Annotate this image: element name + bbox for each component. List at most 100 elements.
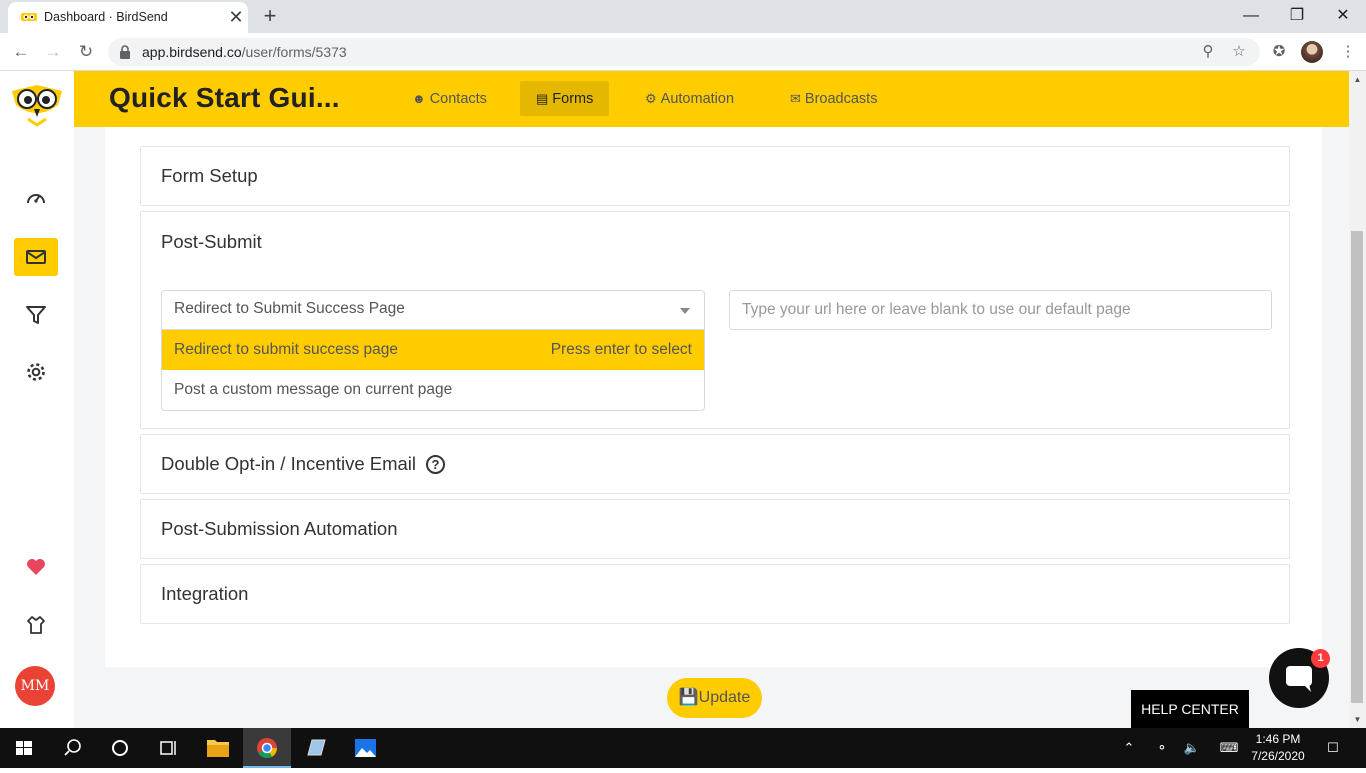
option-label: Post a custom message on current page (174, 381, 453, 398)
section-post-submit: Post-Submit Redirect to Submit Success P… (140, 211, 1290, 429)
birdsend-owl-logo[interactable] (10, 81, 64, 127)
scroll-up-icon[interactable]: ▲ (1349, 71, 1366, 88)
clock-date: 7/26/2020 (1251, 749, 1305, 763)
update-button[interactable]: 💾Update (667, 678, 762, 718)
windows-taskbar: ⌃ ⚬ 🔈 ⌨ 1:46 PM 7/26/2020 ☐ (0, 728, 1366, 768)
photos-icon (355, 739, 376, 757)
search-icon (64, 739, 81, 756)
nav-automation[interactable]: ⚙ Automation (629, 81, 750, 116)
birdsend-favicon-icon (21, 13, 37, 21)
update-label: Update (698, 689, 751, 706)
new-tab-button[interactable]: + (256, 4, 284, 30)
heart-icon (27, 559, 45, 575)
nav-broadcasts[interactable]: ✉ Broadcasts (774, 81, 893, 116)
extensions-puzzle-icon[interactable]: ✪ (1269, 42, 1289, 62)
users-icon: ☻ (412, 91, 426, 106)
post-submit-action-select[interactable]: Redirect to Submit Success Page (161, 290, 705, 330)
section-form-setup[interactable]: Form Setup (140, 146, 1290, 206)
filter-icon (26, 306, 46, 324)
dashboard-gauge-icon (27, 194, 45, 204)
section-title[interactable]: Post-Submit (161, 231, 262, 253)
sidebar-item-settings[interactable] (14, 353, 58, 391)
option-redirect[interactable]: Redirect to submit success page Press en… (162, 330, 704, 370)
close-window-button[interactable]: ✕ (1320, 2, 1366, 30)
chrome-icon (257, 738, 278, 759)
notepad-icon (307, 739, 326, 756)
megaphone-icon: ✉ (790, 91, 801, 106)
tab-close-icon[interactable]: ✕ (226, 7, 246, 27)
start-button[interactable] (0, 728, 48, 768)
minimize-button[interactable]: — (1228, 2, 1274, 30)
redirect-url-input[interactable]: Type your url here or leave blank to use… (729, 290, 1272, 330)
windows-logo-icon (16, 741, 32, 755)
page-title: Quick Start Gui... (109, 82, 340, 113)
network-icon[interactable]: ⚬ (1152, 738, 1172, 758)
section-title: Integration (161, 583, 249, 604)
task-view-icon (160, 741, 176, 755)
profile-avatar[interactable] (1301, 41, 1323, 63)
select-value: Redirect to Submit Success Page (174, 300, 405, 317)
nav-forms-label: Forms (552, 91, 594, 107)
section-post-submission-automation[interactable]: Post-Submission Automation (140, 499, 1290, 559)
system-clock[interactable]: 1:46 PM 7/26/2020 (1248, 731, 1308, 765)
star-icon[interactable]: ☆ (1230, 43, 1248, 61)
app-sidebar: MM (0, 71, 74, 728)
cortana-circle-icon (112, 740, 128, 756)
save-icon: 💾 (678, 689, 699, 706)
browser-toolbar: ← → ↻ app.birdsend.co/user/forms/5373 ⚲ … (0, 33, 1366, 71)
back-arrow-icon[interactable]: ← (9, 40, 33, 64)
nav-contacts[interactable]: ☻ Contacts (396, 81, 503, 116)
clock-time: 1:46 PM (1255, 732, 1301, 746)
gears-icon: ⚙ (645, 91, 657, 106)
nav-automation-label: Automation (660, 91, 735, 107)
nav-contacts-label: Contacts (429, 91, 487, 107)
notifications-icon[interactable]: ☐ (1323, 738, 1343, 758)
restore-button[interactable]: ❐ (1274, 2, 1320, 30)
taskbar-photos[interactable] (341, 728, 389, 768)
scroll-thumb[interactable] (1351, 231, 1363, 703)
lock-icon (120, 45, 130, 59)
volume-icon[interactable]: 🔈 (1182, 738, 1202, 758)
folder-icon (207, 740, 229, 757)
tab-title: Dashboard · BirdSend (44, 10, 168, 24)
tray-chevron-up-icon[interactable]: ⌃ (1119, 738, 1139, 758)
forward-arrow-icon[interactable]: → (41, 40, 65, 64)
section-title: Double Opt-in / Incentive Email (161, 453, 417, 474)
gear-icon (27, 363, 45, 381)
scroll-down-icon[interactable]: ▼ (1349, 711, 1366, 728)
task-view-button[interactable] (144, 728, 192, 768)
form-settings-panel: Form Setup Post-Submit Redirect to Submi… (105, 127, 1322, 667)
url-text: app.birdsend.co/user/forms/5373 (142, 44, 347, 60)
chat-notification-badge: 1 (1311, 649, 1330, 668)
help-center-button[interactable]: HELP CENTER (1131, 690, 1249, 728)
page-scrollbar[interactable]: ▲ ▼ (1349, 71, 1366, 728)
option-hint: Press enter to select (550, 341, 692, 358)
user-avatar[interactable]: MM (15, 666, 55, 706)
option-label: Redirect to submit success page (174, 341, 398, 358)
section-integration[interactable]: Integration (140, 564, 1290, 624)
browser-tab[interactable]: Dashboard · BirdSend ✕ (8, 2, 248, 33)
sidebar-item-forms[interactable] (14, 238, 58, 276)
cortana-button[interactable] (96, 728, 144, 768)
keyboard-icon[interactable]: ⌨ (1216, 738, 1242, 758)
caret-down-icon (680, 308, 690, 314)
option-custom-message[interactable]: Post a custom message on current page (162, 370, 704, 410)
reload-icon[interactable]: ↻ (74, 40, 98, 64)
section-double-optin[interactable]: Double Opt-in / Incentive Email? (140, 434, 1290, 494)
sidebar-item-dashboard[interactable] (14, 179, 58, 217)
search-button[interactable] (48, 728, 96, 768)
taskbar-notepad[interactable] (292, 728, 340, 768)
sidebar-item-favorites[interactable] (14, 548, 58, 586)
nav-forms[interactable]: ▤ Forms (520, 81, 610, 116)
sidebar-item-filter[interactable] (14, 296, 58, 334)
question-circle-icon[interactable]: ? (426, 455, 446, 474)
taskbar-chrome[interactable] (243, 728, 291, 768)
menu-kebab-icon[interactable]: ⋮ (1338, 42, 1358, 62)
taskbar-file-explorer[interactable] (194, 728, 242, 768)
nav-broadcasts-label: Broadcasts (804, 91, 878, 107)
address-bar[interactable]: app.birdsend.co/user/forms/5373 ⚲ ☆ (108, 38, 1260, 66)
sidebar-item-shirt[interactable] (14, 606, 58, 644)
url-path: /user/forms/5373 (241, 44, 347, 60)
key-icon[interactable]: ⚲ (1199, 43, 1217, 61)
mail-icon (26, 250, 46, 264)
